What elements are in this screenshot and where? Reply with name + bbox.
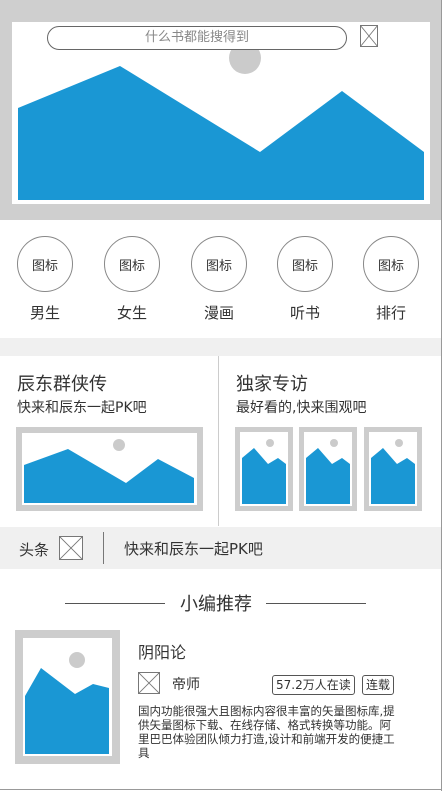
feature-divider — [218, 356, 219, 526]
page-edge — [441, 0, 442, 791]
landscape-image-icon — [306, 439, 350, 504]
nav-label-female[interactable]: 女生 — [102, 302, 162, 323]
section-divider — [0, 338, 441, 356]
status-badge: 连载 — [362, 675, 395, 695]
headline-image-icon — [59, 536, 83, 560]
nav-icon-audio[interactable]: 图标 — [277, 236, 333, 292]
headline-label: 头条 — [19, 541, 50, 559]
search-input[interactable]: 什么书都能搜得到 — [47, 26, 347, 50]
headline-text[interactable]: 快来和辰东一起PK吧 — [124, 538, 263, 559]
nav-icon-male[interactable]: 图标 — [17, 236, 73, 292]
feature-right-title[interactable]: 独家专访 — [236, 370, 308, 396]
landscape-image-icon — [371, 439, 415, 504]
book-author[interactable]: 帝师 — [172, 674, 200, 694]
landscape-image-icon — [25, 652, 109, 754]
section-rule-left — [65, 603, 165, 604]
icon-placeholder-text: 图标 — [118, 258, 145, 274]
nav-label-male[interactable]: 男生 — [15, 302, 75, 323]
section-title: 小编推荐 — [180, 594, 252, 615]
feature-right-image-1[interactable] — [235, 427, 293, 511]
feature-left-image[interactable] — [16, 427, 203, 511]
book-cover[interactable] — [15, 630, 120, 764]
readers-badge: 57.2万人在读 — [272, 675, 355, 695]
nav-label-comic[interactable]: 漫画 — [189, 302, 249, 323]
nav-label-rank[interactable]: 排行 — [361, 302, 421, 323]
book-title[interactable]: 阴阳论 — [138, 639, 186, 663]
page-bottom-edge — [0, 789, 442, 790]
landscape-image-icon — [242, 439, 286, 504]
nav-grid: 图标 图标 图标 图标 图标 男生 女生 漫画 听书 排行 — [0, 220, 441, 338]
feature-right-image-3[interactable] — [364, 427, 422, 511]
search-icon[interactable] — [360, 25, 378, 47]
feature-left-title[interactable]: 辰东群侠传 — [17, 370, 107, 396]
nav-label-audio[interactable]: 听书 — [275, 302, 335, 323]
icon-placeholder-text: 图标 — [31, 258, 58, 274]
nav-icon-female[interactable]: 图标 — [104, 236, 160, 292]
icon-placeholder-text: 图标 — [377, 258, 404, 274]
headline-divider — [103, 532, 104, 564]
landscape-image-icon — [24, 439, 194, 503]
section-rule-right — [266, 603, 366, 604]
nav-icon-rank[interactable]: 图标 — [363, 236, 419, 292]
icon-placeholder-text: 图标 — [291, 258, 318, 274]
book-description: 国内功能很强大且图标内容很丰富的矢量图标库,提供矢量图标下载、在线存储、格式转换… — [138, 704, 395, 760]
feature-left-subtitle: 快来和辰东一起PK吧 — [17, 400, 147, 416]
feature-right-subtitle: 最好看的,快来围观吧 — [236, 400, 367, 416]
icon-placeholder-text: 图标 — [205, 258, 232, 274]
author-avatar-icon — [138, 672, 160, 694]
nav-icon-comic[interactable]: 图标 — [191, 236, 247, 292]
feature-right-image-2[interactable] — [299, 427, 357, 511]
